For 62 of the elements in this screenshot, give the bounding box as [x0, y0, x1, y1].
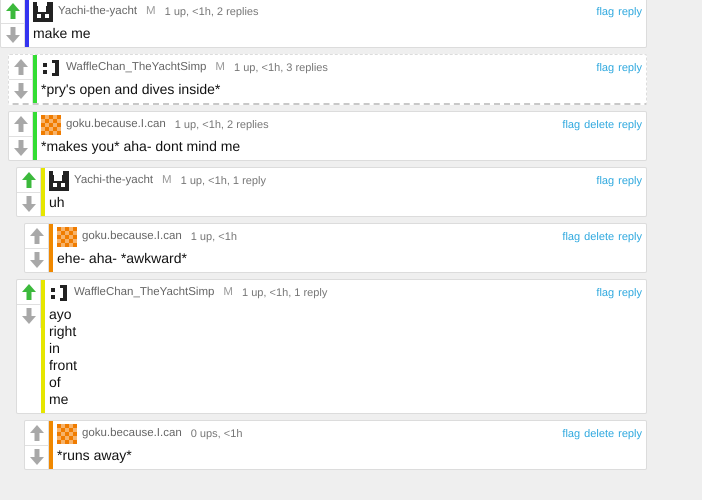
- down-arrow-icon: [14, 83, 28, 100]
- down-arrow-icon: [30, 252, 44, 268]
- down-arrow-icon: [6, 27, 20, 44]
- action-link[interactable]: reply: [618, 284, 642, 302]
- dotted-avatar-icon: [41, 58, 61, 78]
- comment-text: *runs away*: [57, 446, 133, 464]
- action-link[interactable]: flag: [596, 172, 614, 190]
- mod-label: M: [146, 4, 156, 20]
- action-link[interactable]: reply: [618, 172, 642, 190]
- down-arrow-icon: [30, 449, 44, 466]
- mod-label: M: [162, 173, 172, 188]
- comment-meta: 1 up, <1h, 2 replies: [174, 118, 269, 133]
- comment-text: make me: [33, 24, 92, 42]
- comment-text: ayo right in front of me: [49, 305, 78, 408]
- username-link[interactable]: WaffleChan_TheYachtSimp: [66, 59, 206, 77]
- action-link[interactable]: flag: [596, 284, 614, 302]
- up-arrow-icon: [30, 424, 44, 441]
- action-link[interactable]: reply: [618, 426, 642, 442]
- blocky-avatar-icon: [49, 171, 69, 191]
- comment-meta: 1 up, <1h, 1 reply: [242, 286, 328, 301]
- checkered-avatar-icon: [57, 227, 77, 247]
- username-link[interactable]: Yachi-the-yacht: [58, 3, 138, 21]
- username-link[interactable]: WaffleChan_TheYachtSimp: [74, 284, 214, 302]
- up-arrow-icon: [14, 116, 28, 132]
- comment-text: *makes you* aha- dont mind me: [41, 137, 242, 155]
- comment-meta: 1 up, <1h: [190, 230, 237, 245]
- checkered-avatar-icon: [57, 424, 77, 444]
- username-link[interactable]: goku.because.I.can: [82, 228, 182, 246]
- mod-label: M: [223, 285, 234, 300]
- action-link[interactable]: flag: [562, 116, 580, 134]
- down-arrow-icon: [22, 308, 36, 324]
- up-arrow-icon: [30, 228, 44, 244]
- action-link[interactable]: delete: [584, 116, 614, 134]
- username-link[interactable]: goku.because.I.can: [66, 116, 166, 134]
- action-link[interactable]: delete: [584, 426, 614, 442]
- action-link[interactable]: reply: [618, 60, 642, 76]
- comment-meta: 1 up, <1h, 3 replies: [234, 60, 328, 76]
- comment-meta: 1 up, <1h, 1 reply: [180, 174, 266, 189]
- comment-text: uh: [49, 193, 66, 211]
- action-link[interactable]: reply: [618, 228, 642, 246]
- up-arrow-icon: [22, 172, 36, 188]
- checkered-avatar-icon: [41, 115, 61, 135]
- action-link[interactable]: flag: [596, 60, 614, 76]
- up-arrow-icon: [6, 2, 20, 19]
- comment-text: ehe- aha- *awkward*: [57, 249, 188, 267]
- up-arrow-icon: [14, 58, 28, 75]
- comment-text: *pry's open and dives inside*: [41, 80, 222, 98]
- action-link[interactable]: flag: [562, 426, 580, 442]
- mod-label: M: [215, 60, 226, 76]
- username-link[interactable]: goku.because.I.can: [82, 425, 182, 443]
- username-link[interactable]: Yachi-the-yacht: [74, 172, 154, 190]
- action-link[interactable]: reply: [618, 116, 642, 134]
- down-arrow-icon: [22, 196, 36, 212]
- comment-meta: 1 up, <1h, 2 replies: [164, 4, 259, 20]
- action-link[interactable]: flag: [596, 4, 614, 20]
- up-arrow-icon: [22, 284, 36, 300]
- comment-meta: 0 ups, <1h: [190, 426, 242, 442]
- action-link[interactable]: reply: [618, 4, 642, 20]
- down-arrow-icon: [14, 140, 28, 156]
- action-link[interactable]: flag: [562, 228, 580, 246]
- dotted-avatar-icon: [49, 283, 69, 303]
- action-link[interactable]: delete: [584, 228, 614, 246]
